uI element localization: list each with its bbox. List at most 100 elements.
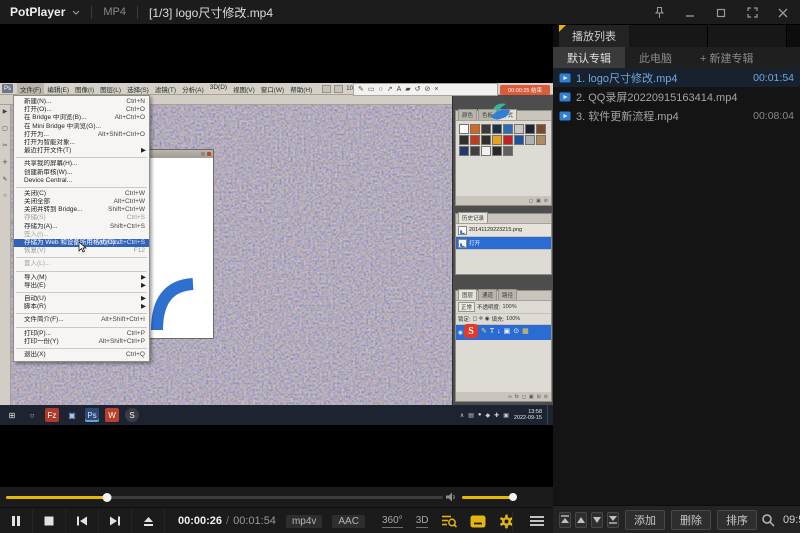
eject-button[interactable] xyxy=(132,508,165,533)
style-swatch xyxy=(492,124,502,134)
panel-tab-playlist[interactable]: 播放列表 xyxy=(559,25,629,47)
panel-tab-ghost[interactable] xyxy=(629,25,708,47)
menu-item-shortcut: Alt+Ctrl+O xyxy=(115,114,145,122)
menu-item: 打开为智能对象... xyxy=(14,139,149,147)
volume-thumb[interactable] xyxy=(509,493,517,501)
ps-logo: Ps xyxy=(2,84,13,93)
scene-search-button[interactable] xyxy=(441,514,457,528)
menu-item-label: 新建(N)... xyxy=(24,98,51,105)
taskbar-icon: ▣ xyxy=(65,408,79,422)
panel-tab-ghost[interactable] xyxy=(708,25,787,47)
menu-item xyxy=(16,271,147,272)
speaker-icon[interactable] xyxy=(445,492,457,502)
style-swatch xyxy=(481,135,491,145)
menu-item: 存储(S) Ctrl+S xyxy=(14,214,149,222)
ps-tool-strip: ▶ ▢ ✂ ✛ ✎ ○ xyxy=(0,105,11,405)
add-button[interactable]: 添加 xyxy=(625,510,665,530)
seek-row xyxy=(0,487,553,507)
album-tab[interactable]: 默认专辑 xyxy=(553,47,625,68)
taskbar: ⊞○Fz▣PsWS ∧▤●◆✚▣ 13:58 2022-09-15 xyxy=(0,405,553,425)
style-swatch xyxy=(503,135,513,145)
search-icon[interactable] xyxy=(761,513,775,527)
menu-item-shortcut: Alt+Shift+Ctrl+S xyxy=(99,239,145,247)
menu-item: 置入(L)... xyxy=(14,260,149,268)
minimize-button[interactable] xyxy=(683,5,697,21)
pin-button[interactable] xyxy=(652,5,666,21)
menu-item-shortcut: Ctrl+W xyxy=(125,190,145,198)
album-tab[interactable]: + 新建专辑 xyxy=(686,47,767,68)
submenu-arrow-icon: ▶ xyxy=(141,274,146,282)
close-button[interactable] xyxy=(776,5,790,21)
history-panel: 历史记录 20141129223215.png 打开 xyxy=(455,213,552,275)
menu-item-label: 关闭(C) xyxy=(24,190,46,197)
album-tab-label: + 新建专辑 xyxy=(700,50,753,66)
menu-item-label: Device Central... xyxy=(24,177,72,184)
history-thumbnail xyxy=(458,239,467,248)
tray-icon: ● xyxy=(478,412,482,419)
panel-tab-row: 播放列表 xyxy=(553,25,800,47)
submenu-arrow-icon: ▶ xyxy=(141,303,146,311)
view-3d-button[interactable]: 3D xyxy=(416,515,429,528)
ps-menu-item: 选择(S) xyxy=(124,83,152,95)
system-tray: ∧▤●◆✚▣ 13:58 2022-09-15 xyxy=(460,405,553,425)
move-top-button[interactable] xyxy=(559,512,571,528)
time-separator: / xyxy=(226,515,229,527)
panel-tab: 路径 xyxy=(498,289,517,300)
move-bottom-button[interactable] xyxy=(607,512,619,528)
menu-item: 关闭全部 Alt+Ctrl+W xyxy=(14,198,149,206)
submenu-arrow-icon: ▶ xyxy=(141,147,146,155)
tray-date: 2022-09-15 xyxy=(514,415,542,421)
opacity-label: 不透明度: xyxy=(477,303,501,311)
potplayer-window: PotPlayer MP4 [1/3] logo尺寸修改.mp4 xyxy=(0,0,800,533)
app-title[interactable]: PotPlayer xyxy=(10,5,65,19)
playlist-item[interactable]: 2. QQ录屏20220915163414.mp4 xyxy=(553,87,800,106)
seek-thumb[interactable] xyxy=(102,493,111,502)
style-swatch xyxy=(492,135,502,145)
style-swatch xyxy=(503,124,513,134)
video-surface[interactable]: Ps 文件(F)编辑(E)图像(I)图层(L)选择(S)滤镜(T)分析(A)3D… xyxy=(0,25,553,487)
sort-button[interactable]: 排序 xyxy=(717,510,757,530)
tray-clock: 13:58 2022-09-15 xyxy=(514,409,542,422)
playlist-item[interactable]: 1. logo尺寸修改.mp4 00:01:54 xyxy=(553,68,800,87)
menu-item xyxy=(16,313,147,314)
panel-tab-label: 播放列表 xyxy=(572,28,616,44)
menu-item-label: 关闭全部 xyxy=(24,198,50,205)
audio-codec-badge: AAC xyxy=(332,515,365,528)
zoom-tool-icon: ○ xyxy=(3,193,7,199)
seek-bar[interactable] xyxy=(6,496,443,499)
submenu-arrow-icon: ▶ xyxy=(141,295,146,303)
stop-button[interactable] xyxy=(33,508,66,533)
delete-button[interactable]: 删除 xyxy=(671,510,711,530)
menu-item: 退出(X) Ctrl+Q xyxy=(14,351,149,359)
fullscreen-button[interactable] xyxy=(745,5,759,21)
eye-icon: ◉ xyxy=(458,330,463,336)
menu-item-label: 打开为... xyxy=(24,131,49,138)
volume-slider[interactable] xyxy=(462,496,516,499)
previous-button[interactable] xyxy=(66,508,99,533)
album-tabs: 默认专辑此电脑 + 新建专辑 xyxy=(553,47,800,68)
maximize-button[interactable] xyxy=(714,5,728,21)
menu-item-label: 存储为(A)... xyxy=(24,223,58,230)
move-up-button[interactable] xyxy=(575,512,587,528)
menu-item-label: 退出(X) xyxy=(24,351,46,358)
playlist-item[interactable]: 3. 软件更新流程.mp4 00:08:04 xyxy=(553,106,800,125)
album-tab[interactable]: 此电脑 xyxy=(625,47,686,68)
next-button[interactable] xyxy=(99,508,132,533)
style-swatch xyxy=(470,146,480,156)
move-down-button[interactable] xyxy=(591,512,603,528)
pause-button[interactable] xyxy=(0,508,33,533)
style-swatch xyxy=(514,124,524,134)
view-360-button[interactable]: 360° xyxy=(382,515,403,528)
playlist-footer: 添加 删除 排序 09:58 xyxy=(553,505,800,533)
ps-menu-item: 滤镜(T) xyxy=(152,83,179,95)
qq-tool-icon: ▣ xyxy=(504,328,511,335)
annotation-icon: ⊘ xyxy=(425,86,431,93)
style-swatch xyxy=(514,135,524,145)
menu-item: Device Central... xyxy=(14,177,149,185)
menu-button[interactable] xyxy=(520,508,553,533)
menu-item-label: 置入(L)... xyxy=(24,260,50,267)
style-swatch xyxy=(481,124,491,134)
mouse-cursor xyxy=(78,241,87,253)
subtitle-button[interactable] xyxy=(470,515,486,528)
annotation-icon: × xyxy=(434,86,438,93)
